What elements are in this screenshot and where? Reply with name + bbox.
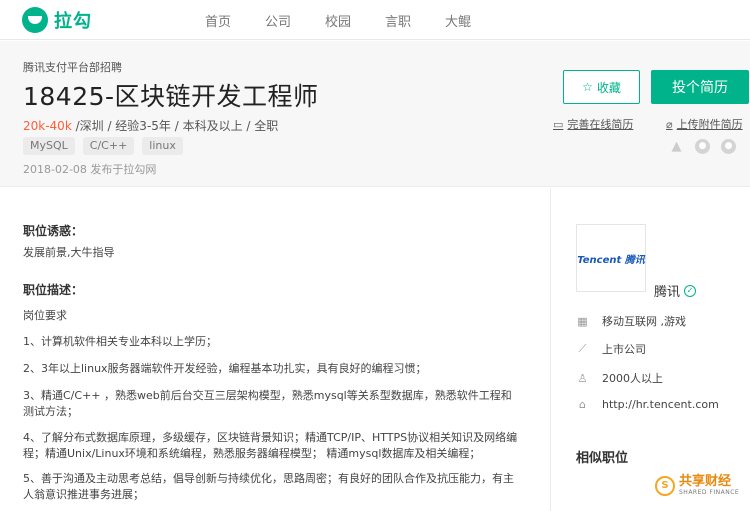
paperclip-icon: ⌀ [666, 117, 673, 131]
tag-linux[interactable]: linux [142, 137, 183, 155]
requirement-head: 岗位要求 [23, 309, 67, 322]
tag-mysql[interactable]: MySQL [23, 137, 75, 155]
wechat-icon[interactable]: ● [695, 139, 710, 154]
job-header: 腾讯支付平台部招聘 18425-区块链开发工程师 20k-40k /深圳 / 经… [0, 41, 750, 187]
main-nav: 首页 公司 校园 言职 大鲲 [205, 11, 505, 30]
online-resume-link[interactable]: ▭ 完善在线简历 [553, 116, 633, 132]
nav-item-home[interactable]: 首页 [205, 11, 234, 30]
requirement-item: 3、精通C/C++ ，熟悉web前后台交互三层架构模型，熟悉mysql等关系型数… [23, 389, 512, 418]
watermark-en: SHARED FINANCE [679, 489, 740, 496]
nav-item-yanzhi[interactable]: 言职 [385, 11, 414, 30]
company-stage-text: 上市公司 [602, 343, 646, 356]
lagou-logo-icon [22, 7, 48, 33]
nav-item-dakun[interactable]: 大鲲 [445, 11, 474, 30]
requirement-item: 4、了解分布式数据库原理，多级缓存，区块链背景知识；精通TCP/IP、HTTPS… [23, 431, 518, 460]
description-title: 职位描述： [23, 283, 84, 297]
home-icon: ⌂ [579, 398, 586, 411]
company-name: 腾讯 [654, 285, 681, 300]
requirement-item: 1、计算机软件相关专业本科以上学历； [23, 335, 217, 348]
company-field: ▦ 移动互联网 ,游戏 [576, 313, 686, 329]
temptation-title: 职位诱惑： [23, 224, 84, 238]
hiring-company[interactable]: 腾讯支付平台部招聘 [23, 59, 122, 75]
resume-icon: ▭ [553, 117, 564, 131]
temptation-text: 发展前景,大牛指导 [23, 246, 115, 259]
requirement-item: 2、3年以上linux服务器端软件开发经验，编程基本功扎实，具有良好的编程习惯； [23, 362, 427, 375]
watermark: S 共享财经 SHARED FINANCE [655, 475, 739, 497]
salary: 20k-40k [23, 119, 72, 133]
job-requirements: /深圳 / 经验3-5年 / 本科及以上 / 全职 [71, 119, 279, 133]
share-icons: ▲ ● ● [669, 139, 747, 154]
nav-item-campus[interactable]: 校园 [325, 11, 354, 30]
skill-tags: MySQL C/C++ linux [23, 137, 191, 155]
company-size: ♙ 2000人以上 [576, 370, 663, 386]
company-site-text: http://hr.tencent.com [602, 398, 719, 411]
similar-jobs-title: 相似职位 [576, 451, 629, 466]
requirement-item: 5、善于沟通及主动思考总结，倡导创新与持续优化，思路周密；有良好的团队合作及抗压… [23, 472, 514, 501]
grid-icon: ▦ [577, 314, 588, 328]
job-detail: 职位诱惑： 发展前景,大牛指导 职位描述： 岗位要求 1、计算机软件相关专业本科… [0, 188, 550, 511]
job-meta: 20k-40k /深圳 / 经验3-5年 / 本科及以上 / 全职 [23, 117, 278, 134]
logo-text: 拉勾 [54, 11, 92, 32]
watermark-logo-icon: S [655, 476, 675, 496]
weibo-icon[interactable]: ● [721, 139, 736, 154]
watermark-text: 共享财经 SHARED FINANCE [679, 475, 739, 497]
watermark-cn: 共享财经 [679, 474, 732, 489]
online-resume-label: 完善在线简历 [567, 118, 634, 131]
apply-button[interactable]: 投个简历 [651, 70, 749, 104]
company-size-text: 2000人以上 [602, 372, 663, 385]
collect-button[interactable]: ☆ 收藏 [563, 70, 640, 104]
company-logo[interactable]: Tencent 腾讯 [576, 224, 646, 292]
company-logo-text: Tencent 腾讯 [577, 254, 645, 266]
company-stage: ⟋ 上市公司 [576, 341, 646, 357]
company-field-text: 移动互联网 ,游戏 [602, 315, 686, 328]
attach-resume-label: 上传附件简历 [676, 118, 743, 131]
top-navbar: 拉勾 首页 公司 校园 言职 大鲲 [0, 0, 750, 40]
chart-icon: ⟋ [578, 342, 587, 355]
company-site[interactable]: ⌂ http://hr.tencent.com [576, 398, 719, 411]
verified-icon: ✓ [684, 284, 697, 297]
publish-time: 2018-02-08 发布于拉勾网 [23, 163, 157, 176]
tag-cpp[interactable]: C/C++ [82, 137, 135, 155]
company-name-row[interactable]: 腾讯 ✓ [654, 281, 697, 300]
collect-label: 收藏 [596, 80, 621, 95]
person-icon: ♙ [577, 371, 588, 385]
star-icon: ☆ [582, 80, 593, 94]
nav-item-company[interactable]: 公司 [265, 11, 294, 30]
warning-icon[interactable]: ▲ [669, 139, 684, 154]
job-title: 18425-区块链开发工程师 [23, 82, 319, 111]
attach-resume-link[interactable]: ⌀ 上传附件简历 [666, 116, 743, 132]
lagou-logo[interactable]: 拉勾 [22, 7, 92, 33]
company-sidebar: Tencent 腾讯 腾讯 ✓ ▦ 移动互联网 ,游戏 ⟋ 上市公司 ♙ 200… [550, 188, 750, 511]
